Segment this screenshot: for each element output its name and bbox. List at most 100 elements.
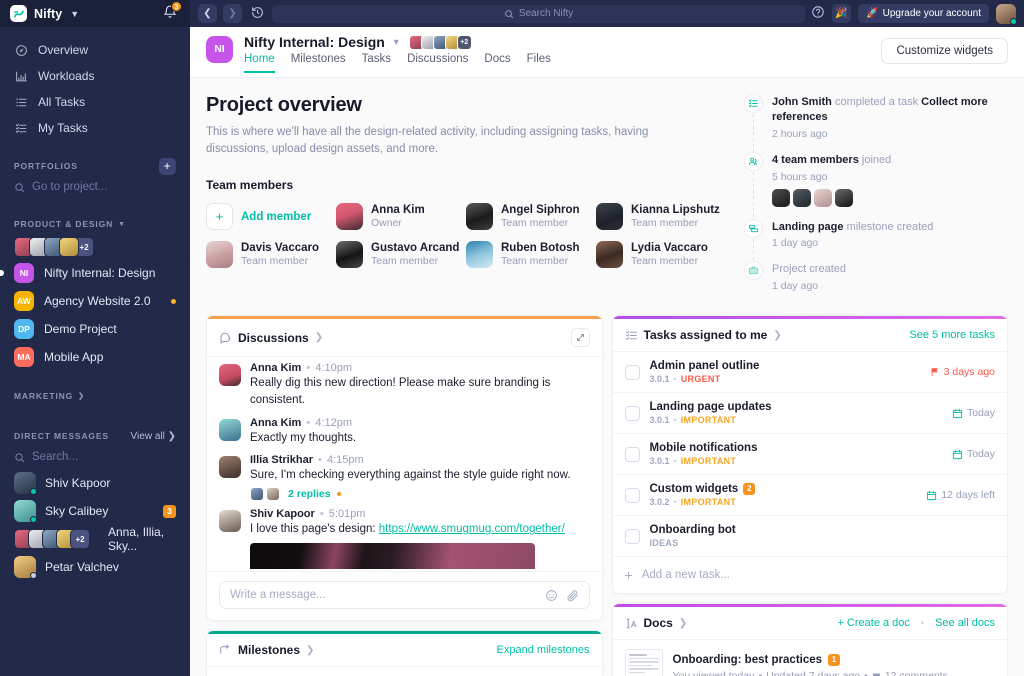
team-member[interactable]: Kianna Lipshutz Team member	[596, 203, 726, 231]
task-row[interactable]: Mobile notifications 3.0.1 • IMPORTANT T…	[612, 434, 1007, 476]
message-header: Illia Strikhar • 4:15pm	[250, 454, 590, 466]
overview-hero: Project overview This is where we'll hav…	[206, 78, 1008, 304]
tab-files[interactable]: Files	[527, 53, 551, 73]
global-search-input[interactable]: Search Nifty	[272, 4, 806, 23]
sidebar-item-workloads[interactable]: Workloads	[0, 63, 190, 89]
chevron-right-icon[interactable]: ❯	[315, 332, 323, 343]
sidebar-project-demo-project[interactable]: DP Demo Project	[0, 315, 190, 343]
back-button[interactable]: ❮	[198, 4, 217, 23]
upgrade-account-button[interactable]: 🚀 Upgrade your account	[858, 4, 989, 23]
sidebar-item-my-tasks[interactable]: My Tasks	[0, 115, 190, 141]
task-checkbox[interactable]	[624, 487, 640, 503]
project-initials-badge: AW	[14, 291, 34, 311]
dm-view-all-link[interactable]: View all ❯	[131, 431, 176, 442]
doc-meta: You viewed today • Updated 7 days ago • …	[673, 670, 948, 676]
global-search-placeholder: Search Nifty	[518, 8, 574, 19]
task-checkbox[interactable]	[624, 405, 640, 421]
dm-item-shiv-kapoor[interactable]: Shiv Kapoor	[0, 469, 190, 497]
team-member[interactable]: Angel Siphron Team member	[466, 203, 596, 231]
sidebar-project-agency-website[interactable]: AW Agency Website 2.0	[0, 287, 190, 315]
go-to-project-input[interactable]: Go to project...	[0, 175, 190, 199]
tasks-title[interactable]: Tasks assigned to me	[644, 328, 768, 342]
expand-milestones-link[interactable]: Expand milestones	[497, 644, 590, 656]
member-name: Anna Kim	[371, 203, 425, 216]
customize-widgets-button[interactable]: Customize widgets	[881, 38, 1008, 64]
milestone-row[interactable]: MVP UX design Sept. 22 - Oct. 24 (34 day…	[207, 667, 602, 676]
smiley-icon[interactable]	[545, 589, 558, 602]
sidebar-project-nifty-internal-design[interactable]: NI Nifty Internal: Design	[0, 259, 190, 287]
team-member[interactable]: Lydia Vaccaro Team member	[596, 241, 726, 269]
notifications-button[interactable]: 3	[163, 1, 182, 22]
task-name: Admin panel outline	[649, 360, 760, 373]
expand-discussions-button[interactable]	[570, 328, 590, 348]
product-design-group-header[interactable]: PRODUCT & DESIGN ▼	[0, 215, 190, 233]
team-member[interactable]: Anna Kim Owner	[336, 203, 466, 231]
sidebar-item-all-tasks[interactable]: All Tasks	[0, 89, 190, 115]
forward-button[interactable]: ❯	[223, 4, 242, 23]
activity-actor: Landing page	[772, 220, 844, 233]
see-more-tasks-link[interactable]: See 5 more tasks	[909, 329, 995, 341]
tab-home[interactable]: Home	[244, 53, 275, 73]
help-button[interactable]	[811, 5, 825, 22]
task-row[interactable]: Admin panel outline 3.0.1 • URGENT 3 day…	[612, 352, 1007, 394]
task-checkbox[interactable]	[624, 446, 640, 462]
tab-milestones[interactable]: Milestones	[291, 53, 346, 73]
dm-item-group[interactable]: +2 Anna, Illia, Sky...	[0, 525, 190, 553]
add-member-button[interactable]: + Add member	[206, 203, 336, 231]
see-all-docs-link[interactable]: See all docs	[935, 617, 995, 629]
task-row[interactable]: Onboarding bot IDEAS	[612, 516, 1007, 558]
whats-new-button[interactable]: 🎉	[832, 4, 852, 23]
go-to-project-placeholder: Go to project...	[32, 181, 108, 193]
history-button[interactable]	[248, 6, 266, 22]
milestones-title[interactable]: Milestones	[238, 643, 300, 657]
paperclip-icon[interactable]	[566, 589, 579, 602]
tab-docs[interactable]: Docs	[484, 53, 510, 73]
task-due-text: Today	[966, 448, 995, 461]
team-member[interactable]: Davis Vaccaro Team member	[206, 241, 336, 269]
tab-tasks[interactable]: Tasks	[362, 53, 391, 73]
discussions-title[interactable]: Discussions	[238, 331, 309, 345]
team-member[interactable]: Gustavo Arcand Team member	[336, 241, 466, 269]
task-checkbox[interactable]	[624, 528, 640, 544]
team-member[interactable]: Ruben Botosh Team member	[466, 241, 596, 269]
separator-dot: •	[920, 618, 925, 629]
avatar	[266, 487, 280, 502]
chevron-down-icon[interactable]: ▼	[392, 37, 401, 47]
doc-row[interactable]: Onboarding: best practices 1 You viewed …	[613, 640, 1008, 676]
chevron-right-icon[interactable]: ❯	[306, 645, 314, 656]
chevron-down-icon[interactable]: ▼	[70, 9, 79, 19]
timeline-connector	[753, 171, 754, 221]
avatar	[206, 241, 233, 269]
user-avatar[interactable]	[996, 3, 1017, 25]
tab-discussions[interactable]: Discussions	[407, 53, 468, 73]
marketing-group-header[interactable]: MARKETING ❯	[0, 387, 190, 405]
add-task-input[interactable]: + Add a new task...	[613, 557, 1008, 593]
create-doc-link[interactable]: + Create a doc	[837, 617, 909, 629]
chevron-right-icon[interactable]: ❯	[679, 618, 687, 629]
sidebar-project-mobile-app[interactable]: MA Mobile App	[0, 343, 190, 371]
add-portfolio-button[interactable]: +	[159, 157, 176, 175]
message-input[interactable]: Write a message...	[219, 581, 590, 610]
dm-item-petar-valchev[interactable]: Petar Valchev	[0, 553, 190, 581]
message-header: Shiv Kapoor • 5:01pm	[250, 508, 590, 520]
chevron-right-icon[interactable]: ❯	[773, 330, 781, 341]
task-meta: 3.0.1 • URGENT	[650, 374, 760, 384]
milestone-flag-icon	[219, 644, 232, 657]
dm-item-sky-calibey[interactable]: Sky Calibey 3	[0, 497, 190, 525]
task-checkbox[interactable]	[624, 364, 640, 380]
task-tag: IMPORTANT	[680, 415, 737, 426]
direct-messages-header: DIRECT MESSAGES View all ❯	[0, 427, 190, 445]
separator-dot: •	[306, 416, 311, 429]
sidebar-item-overview[interactable]: Overview	[0, 37, 190, 63]
task-row[interactable]: Landing page updates 3.0.1 • IMPORTANT T…	[612, 393, 1007, 435]
project-member-avatars[interactable]: +2	[408, 34, 472, 50]
docs-title[interactable]: Docs	[644, 616, 673, 630]
message-replies[interactable]: 2 replies	[250, 487, 590, 502]
separator-dot: •	[673, 415, 677, 426]
task-row[interactable]: Custom widgets 2 3.0.2 • IMPORTANT 12 da…	[612, 475, 1007, 517]
project-initials-badge: DP	[14, 319, 34, 339]
add-task-placeholder: Add a new task...	[641, 569, 730, 582]
link-preview-image[interactable]	[250, 543, 536, 570]
message-link[interactable]: https://www.smugmug.com/together/	[379, 523, 565, 535]
dm-search-input[interactable]: Search...	[0, 445, 190, 469]
